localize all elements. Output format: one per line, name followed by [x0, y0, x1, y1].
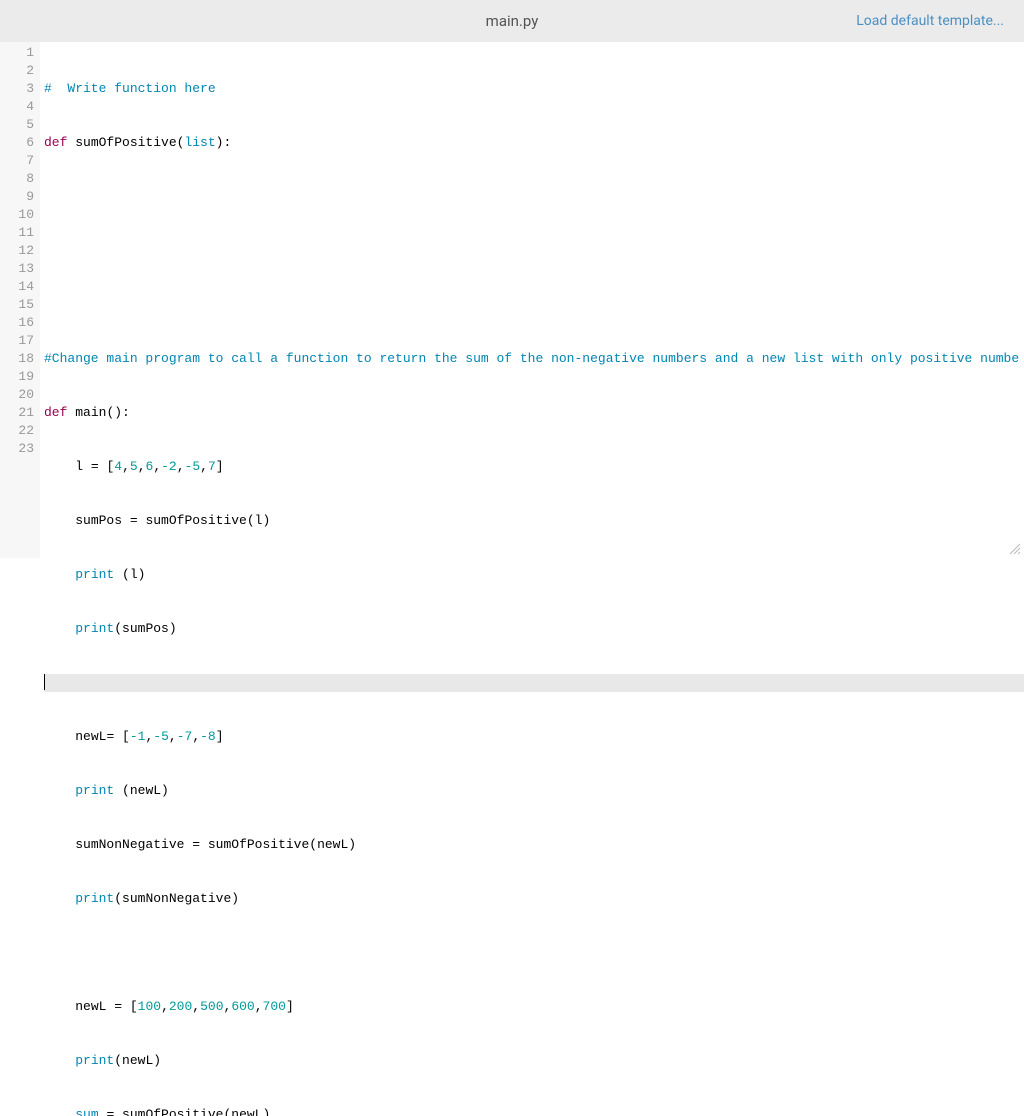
- code-line[interactable]: sumNonNegative = sumOfPositive(newL): [44, 836, 1024, 854]
- code-line[interactable]: sum = sumOfPositive(newL): [44, 1106, 1024, 1116]
- line-number: 13: [0, 260, 34, 278]
- editor-header: main.py Load default template...: [0, 0, 1024, 42]
- param-token: list: [184, 135, 215, 150]
- line-number: 6: [0, 134, 34, 152]
- code-line[interactable]: l = [4,5,6,-2,-5,7]: [44, 458, 1024, 476]
- code-line[interactable]: [44, 296, 1024, 314]
- line-number: 12: [0, 242, 34, 260]
- function-name-token: main: [75, 405, 106, 420]
- line-number: 21: [0, 404, 34, 422]
- line-number: 9: [0, 188, 34, 206]
- code-line[interactable]: [44, 188, 1024, 206]
- code-line[interactable]: # Write function here: [44, 80, 1024, 98]
- punct-token: ():: [106, 405, 129, 420]
- line-number: 18: [0, 350, 34, 368]
- line-number: 20: [0, 386, 34, 404]
- code-line-active[interactable]: [44, 674, 1024, 692]
- code-line[interactable]: def main():: [44, 404, 1024, 422]
- code-line[interactable]: [44, 242, 1024, 260]
- code-line[interactable]: def sumOfPositive(list):: [44, 134, 1024, 152]
- line-number-gutter: 1 2 3 4 5 6 7 8 9 10 11 12 13 14 15 16 1…: [0, 42, 40, 558]
- code-line[interactable]: print (newL): [44, 782, 1024, 800]
- code-line[interactable]: sumPos = sumOfPositive(l): [44, 512, 1024, 530]
- line-number: 1: [0, 44, 34, 62]
- code-line[interactable]: #Change main program to call a function …: [44, 350, 1024, 368]
- line-number: 16: [0, 314, 34, 332]
- line-number: 5: [0, 116, 34, 134]
- builtin-token: print: [75, 1053, 114, 1068]
- line-number: 10: [0, 206, 34, 224]
- line-number: 22: [0, 422, 34, 440]
- builtin-token: print: [75, 783, 114, 798]
- op-token: =: [91, 459, 107, 474]
- line-number: 19: [0, 368, 34, 386]
- line-number: 4: [0, 98, 34, 116]
- file-title: main.py: [486, 12, 539, 30]
- comment-token: # Write function here: [44, 81, 216, 96]
- code-line[interactable]: print(sumNonNegative): [44, 890, 1024, 908]
- line-number: 2: [0, 62, 34, 80]
- punct-token: ):: [216, 135, 232, 150]
- comment-token: #Change main program to call a function …: [44, 351, 1019, 366]
- code-editor[interactable]: 1 2 3 4 5 6 7 8 9 10 11 12 13 14 15 16 1…: [0, 42, 1024, 558]
- code-line[interactable]: newL= [-1,-5,-7,-8]: [44, 728, 1024, 746]
- code-text-area[interactable]: # Write function here def sumOfPositive(…: [40, 42, 1024, 558]
- line-number: 23: [0, 440, 34, 458]
- keyword-token: def: [44, 405, 75, 420]
- line-number: 7: [0, 152, 34, 170]
- line-number: 15: [0, 296, 34, 314]
- keyword-token: def: [44, 135, 75, 150]
- line-number: 11: [0, 224, 34, 242]
- text-cursor: [44, 674, 45, 690]
- code-line[interactable]: newL = [100,200,500,600,700]: [44, 998, 1024, 1016]
- code-line[interactable]: print (l): [44, 566, 1024, 584]
- line-number: 8: [0, 170, 34, 188]
- line-number: 17: [0, 332, 34, 350]
- line-number: 3: [0, 80, 34, 98]
- code-line[interactable]: [44, 944, 1024, 962]
- builtin-token: print: [75, 567, 114, 582]
- builtin-token: print: [75, 621, 114, 636]
- function-name-token: sumOfPositive: [75, 135, 176, 150]
- code-line[interactable]: print(newL): [44, 1052, 1024, 1070]
- code-line[interactable]: print(sumPos): [44, 620, 1024, 638]
- var-token: l: [75, 459, 91, 474]
- line-number: 14: [0, 278, 34, 296]
- builtin-token: print: [75, 891, 114, 906]
- load-template-link[interactable]: Load default template...: [856, 13, 1004, 29]
